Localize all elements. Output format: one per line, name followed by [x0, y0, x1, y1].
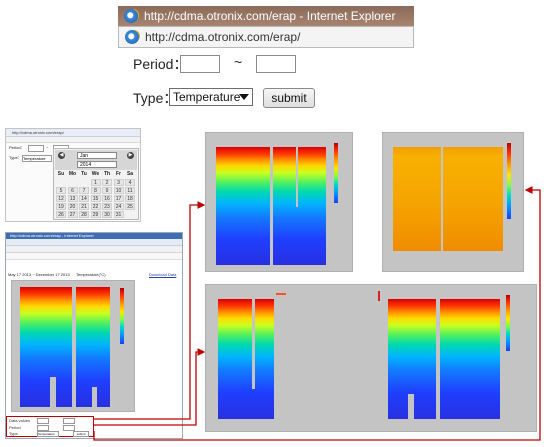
- arrow-to-panel-3: [94, 348, 206, 426]
- arrow-to-panel-1: [94, 201, 206, 420]
- connector-arrows: [93, 186, 541, 441]
- arrow-to-panel-2: [93, 186, 541, 441]
